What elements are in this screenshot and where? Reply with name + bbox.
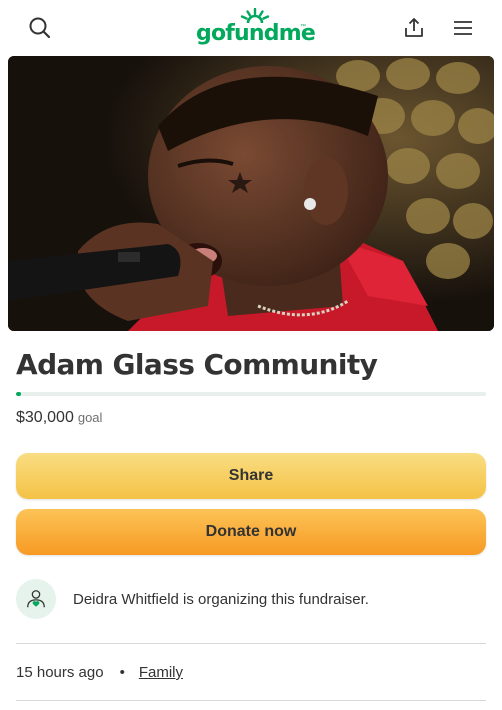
donation-progress-fill	[16, 392, 21, 396]
top-nav-bar: gofundme ™	[0, 0, 502, 56]
goal-summary: $30,000 goal	[16, 408, 102, 428]
goal-label: goal	[77, 410, 103, 425]
category-link[interactable]: Family	[139, 664, 183, 681]
meta-bullet: •	[119, 664, 125, 681]
campaign-photo[interactable]	[8, 56, 494, 331]
logo-wordmark: gofundme	[196, 21, 316, 46]
section-divider	[16, 643, 486, 644]
search-button[interactable]	[24, 12, 56, 44]
organizer-row: Deidra Whitfield is organizing this fund…	[16, 579, 486, 621]
campaign-photo-illustration	[8, 56, 494, 331]
share-upload-icon	[405, 18, 423, 37]
donate-now-button[interactable]: Donate now	[16, 509, 486, 555]
share-button[interactable]: Share	[16, 453, 486, 499]
organizer-avatar	[16, 579, 56, 619]
hamburger-menu-icon	[454, 21, 472, 35]
organizer-text: Deidra Whitfield is organizing this fund…	[73, 591, 369, 608]
goal-amount: $30,000	[16, 409, 74, 426]
campaign-meta: 15 hours ago • Family	[16, 662, 183, 684]
search-icon	[29, 17, 51, 39]
donation-progress-bar	[16, 392, 486, 396]
posted-time: 15 hours ago	[16, 664, 104, 681]
menu-button[interactable]	[447, 12, 479, 44]
organizer-heart-person-icon	[27, 590, 45, 608]
campaign-title: Adam Glass Community	[16, 348, 378, 381]
logo-trademark: ™	[300, 24, 306, 30]
gofundme-logo[interactable]: gofundme ™	[196, 8, 316, 48]
header-share-button[interactable]	[398, 12, 430, 44]
section-divider	[16, 700, 486, 701]
